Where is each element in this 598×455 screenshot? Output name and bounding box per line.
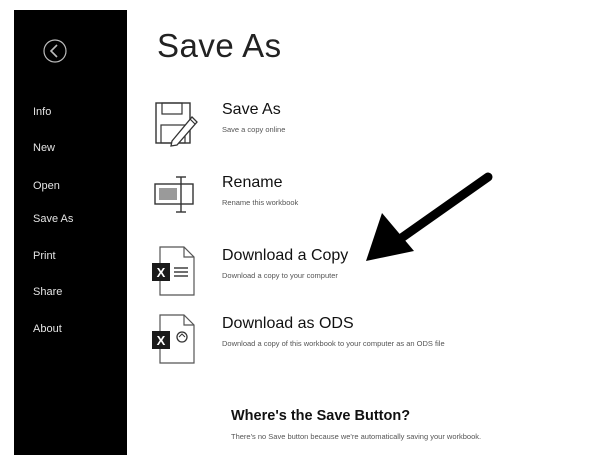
- save-as-description: Save a copy online: [222, 125, 286, 134]
- excel-file-icon: X: [152, 246, 195, 296]
- download-copy-label: Download a Copy: [222, 247, 349, 264]
- download-copy-description: Download a copy to your computer: [222, 271, 338, 280]
- rename-label: Rename: [222, 174, 283, 191]
- sidebar-item-save-as[interactable]: Save As: [33, 213, 73, 225]
- download-ods-option[interactable]: X Download as ODS Download a copy of thi…: [150, 313, 590, 369]
- autosave-note-description: There's no Save button because we're aut…: [231, 432, 482, 441]
- backstage-sidebar: Info New Open Save As Print Share About: [14, 10, 127, 455]
- sidebar-item-open[interactable]: Open: [33, 180, 60, 192]
- back-arrow-icon[interactable]: [40, 36, 70, 66]
- download-ods-description: Download a copy of this workbook to your…: [222, 339, 445, 348]
- sidebar-item-share[interactable]: Share: [33, 286, 62, 298]
- autosave-note-title: Where's the Save Button?: [231, 408, 411, 424]
- rename-icon: [154, 176, 194, 213]
- sidebar-item-info[interactable]: Info: [33, 106, 51, 118]
- svg-text:X: X: [157, 333, 166, 348]
- annotation-arrow-icon: [366, 172, 493, 261]
- save-as-option[interactable]: Save As Save a copy online: [150, 99, 590, 155]
- autosave-note: Where's the Save Button? There's no Save…: [231, 408, 481, 441]
- page-title: Save As: [157, 27, 282, 64]
- sidebar-item-new[interactable]: New: [33, 142, 55, 154]
- download-ods-label: Download as ODS: [222, 315, 354, 332]
- rename-description: Rename this workbook: [222, 198, 299, 207]
- ods-file-icon: X: [152, 314, 195, 364]
- save-as-label: Save As: [222, 101, 281, 118]
- save-as-icon: [155, 102, 198, 147]
- sidebar-item-print[interactable]: Print: [33, 250, 56, 262]
- sidebar-item-about[interactable]: About: [33, 323, 62, 335]
- svg-text:X: X: [157, 265, 166, 280]
